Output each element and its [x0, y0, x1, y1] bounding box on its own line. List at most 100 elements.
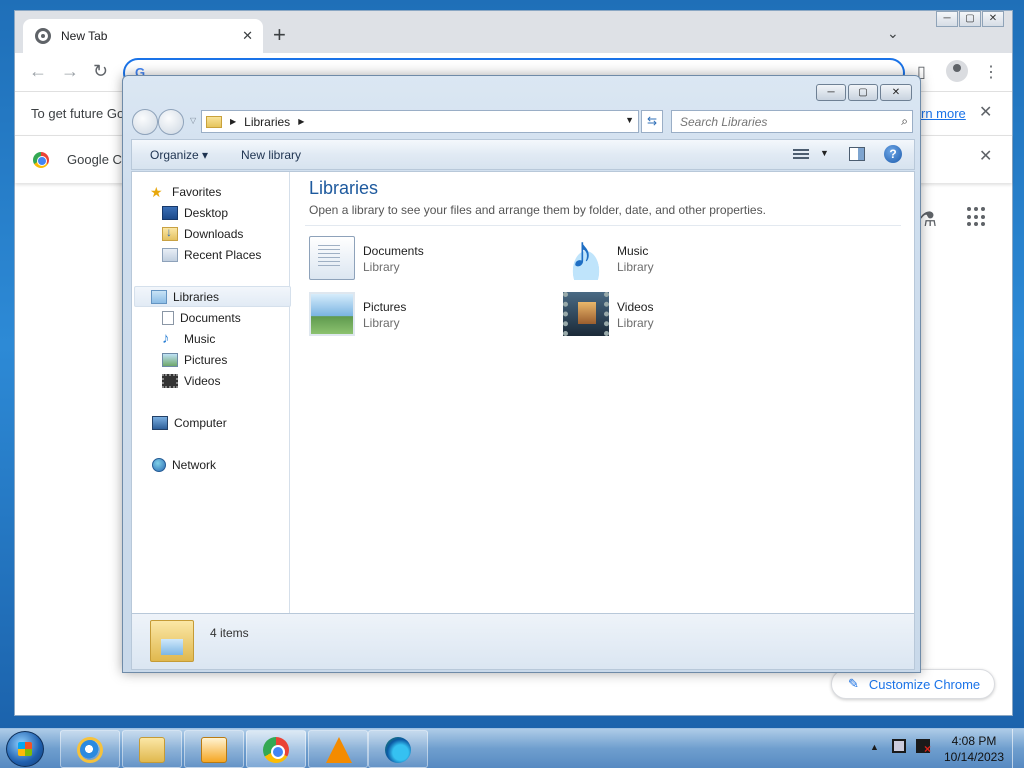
library-name: Videos [617, 300, 654, 314]
taskbar-internet-explorer[interactable] [60, 730, 120, 768]
explorer-minimize-button[interactable]: ─ [816, 84, 846, 101]
clock-date: 10/14/2023 [943, 750, 1005, 764]
chrome-tab-title: New Tab [61, 29, 108, 43]
nav-network-label: Network [172, 457, 217, 472]
search-input[interactable] [672, 111, 882, 132]
taskbar-chrome[interactable] [246, 730, 306, 768]
library-type: Library [363, 316, 400, 330]
documents-icon [162, 310, 174, 325]
explorer-back-button[interactable] [132, 109, 158, 135]
chrome-tab-close-icon[interactable]: ✕ [242, 28, 253, 44]
chrome-close-button[interactable]: ✕ [982, 11, 1004, 27]
breadcrumb-arrow-icon[interactable]: ▶ [230, 117, 236, 126]
show-hidden-icons-icon[interactable]: ▲ [870, 742, 879, 752]
infobar-learn-more-link[interactable]: rn more [921, 106, 966, 121]
pictures-icon [162, 352, 178, 367]
volume-muted-icon[interactable] [916, 739, 931, 756]
show-desktop-button[interactable] [1012, 729, 1024, 768]
nav-music-label: Music [184, 331, 216, 346]
page-title: Libraries [309, 178, 379, 198]
nav-pictures-label: Pictures [184, 352, 228, 367]
recent-pages-dropdown-icon[interactable]: ▽ [190, 116, 196, 125]
pictures-library-icon [309, 292, 355, 336]
star-icon: ★ [150, 183, 163, 200]
nav-computer[interactable]: Computer [152, 412, 309, 433]
nav-libraries[interactable]: Libraries [134, 286, 291, 307]
library-item-videos[interactable]: Videos Library [563, 290, 783, 340]
library-item-music[interactable]: Music Library [563, 228, 783, 284]
nav-desktop-label: Desktop [184, 205, 229, 220]
nav-videos-label: Videos [184, 373, 221, 388]
taskbar-vlc[interactable] [308, 730, 368, 768]
customize-chrome-button[interactable]: ✎ Customize Chrome [831, 669, 995, 699]
taskbar-windows-explorer[interactable] [122, 730, 182, 768]
default-browser-message: Google Cl [67, 152, 125, 167]
nav-documents-label: Documents [180, 310, 241, 325]
nav-favorites[interactable]: ★ Favorites [150, 181, 307, 202]
chrome-tab-new-tab[interactable]: New Tab ✕ [23, 19, 263, 53]
default-browser-close-icon[interactable]: ✕ [979, 146, 992, 166]
command-bar: Organize ▾ New library ▼ ? [131, 139, 915, 170]
change-view-icon[interactable] [793, 147, 809, 161]
vlc-icon [326, 737, 352, 763]
back-forward-buttons [132, 109, 192, 135]
chrome-tabstrip: New Tab ✕ + ⌄ ─ ▢ ✕ [15, 11, 1012, 53]
chrome-new-tab-button[interactable]: + [273, 23, 286, 47]
videos-library-icon [563, 292, 609, 336]
start-button[interactable] [6, 731, 44, 767]
edge-icon [385, 737, 411, 763]
nav-computer-label: Computer [174, 415, 227, 430]
profile-avatar[interactable] [946, 60, 968, 82]
library-name: Pictures [363, 300, 407, 314]
network-status-icon[interactable] [892, 739, 906, 753]
explorer-maximize-button[interactable]: ▢ [848, 84, 878, 101]
taskbar-media-player[interactable] [184, 730, 244, 768]
chrome-maximize-button[interactable]: ▢ [959, 11, 981, 27]
media-player-icon [201, 737, 227, 763]
organize-button[interactable]: Organize ▾ [150, 148, 208, 162]
explorer-close-button[interactable]: ✕ [880, 84, 912, 101]
breadcrumb-arrow-icon[interactable]: ▶ [298, 117, 304, 126]
clock[interactable]: 4:08 PM 10/14/2023 [940, 733, 1008, 765]
reload-icon[interactable]: ↻ [93, 61, 108, 82]
infobar-close-icon[interactable]: ✕ [979, 102, 992, 122]
taskbar-edge[interactable] [368, 730, 428, 768]
breadcrumb-libraries[interactable]: Libraries [244, 115, 290, 129]
library-type: Library [617, 260, 654, 274]
explorer-forward-button[interactable] [158, 109, 184, 135]
internet-explorer-icon [77, 737, 103, 763]
page-subtitle: Open a library to see your files and arr… [309, 203, 766, 217]
header-divider [305, 225, 901, 226]
new-library-button[interactable]: New library [241, 148, 301, 162]
nav-network[interactable]: Network [152, 454, 309, 475]
library-item-pictures[interactable]: Pictures Library [309, 290, 529, 340]
chrome-labs-icon[interactable]: ⚗ [919, 207, 937, 232]
address-bar[interactable]: ▶ Libraries ▶ ▼ [201, 110, 639, 133]
chrome-icon [263, 737, 289, 763]
help-icon[interactable]: ? [884, 145, 902, 163]
music-library-icon [563, 228, 609, 280]
libraries-large-icon [150, 620, 194, 662]
forward-icon[interactable]: → [61, 61, 79, 82]
details-pane: 4 items [131, 614, 915, 670]
back-icon[interactable]: ← [29, 61, 47, 82]
view-options-dropdown-icon[interactable]: ▼ [820, 148, 829, 158]
library-type: Library [617, 316, 654, 330]
chrome-tab-search-icon[interactable]: ⌄ [887, 25, 899, 42]
search-box[interactable]: ⌕ [671, 110, 913, 133]
refresh-icon[interactable]: ⇆ [641, 110, 663, 133]
library-item-documents[interactable]: Documents Library [309, 234, 529, 284]
address-dropdown-icon[interactable]: ▼ [625, 115, 634, 125]
clock-time: 4:08 PM [951, 734, 997, 748]
library-type: Library [363, 260, 400, 274]
nav-downloads-label: Downloads [184, 226, 244, 241]
explorer-navigation-bar: ▽ ▶ Libraries ▶ ▼ ⇆ ⌕ [131, 109, 915, 135]
google-apps-icon[interactable] [967, 207, 987, 227]
preview-pane-icon[interactable] [849, 147, 865, 161]
library-name: Documents [363, 244, 424, 258]
chrome-minimize-button[interactable]: ─ [936, 11, 958, 27]
content-pane: Libraries Open a library to see your fil… [291, 172, 914, 613]
chrome-menu-icon[interactable]: ⋮ [983, 62, 999, 82]
explorer-body: ★ Favorites Desktop Downloads Recent Pla… [131, 171, 915, 614]
recent-places-icon [162, 247, 178, 262]
